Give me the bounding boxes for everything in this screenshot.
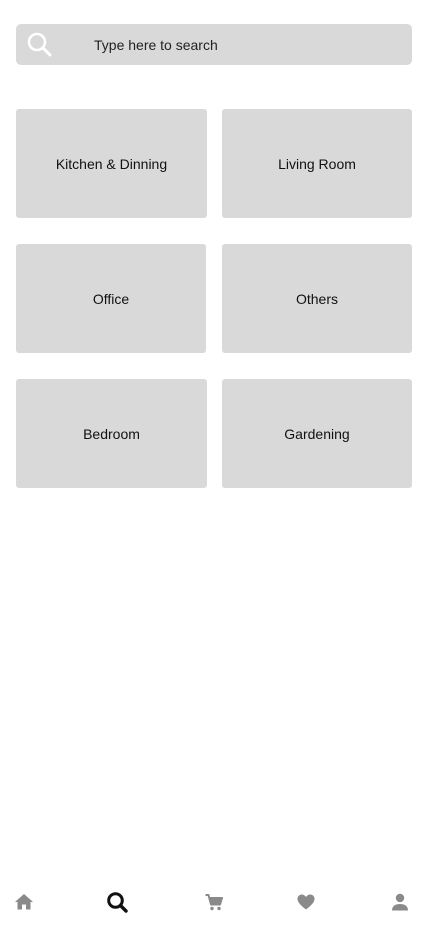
home-icon xyxy=(14,892,34,917)
nav-favorites[interactable] xyxy=(294,892,318,916)
category-tile-others[interactable]: Others xyxy=(222,244,412,353)
category-tile-bedroom[interactable]: Bedroom xyxy=(16,379,207,488)
category-tile-office[interactable]: Office xyxy=(16,244,206,353)
search-icon xyxy=(27,32,52,57)
cart-icon xyxy=(204,892,224,917)
bottom-navigation xyxy=(0,880,428,926)
heart-icon xyxy=(296,892,316,917)
category-label: Gardening xyxy=(284,425,350,442)
nav-home[interactable] xyxy=(12,892,36,916)
search-bar[interactable] xyxy=(16,24,412,65)
category-label: Living Room xyxy=(278,155,356,172)
category-label: Office xyxy=(92,290,130,307)
nav-search[interactable] xyxy=(105,891,129,918)
category-tile-kitchen-dinning[interactable]: Kitchen & Dinning xyxy=(16,109,207,218)
category-label: Others xyxy=(295,290,338,307)
search-input[interactable] xyxy=(94,24,394,65)
category-label: Bedroom xyxy=(83,425,140,442)
person-icon xyxy=(390,892,410,917)
category-tile-gardening[interactable]: Gardening xyxy=(222,379,412,488)
search-screen: Kitchen & Dinning Living Room Office Oth… xyxy=(0,0,428,926)
search-icon xyxy=(106,891,128,918)
category-tile-living-room[interactable]: Living Room xyxy=(222,109,412,218)
nav-cart[interactable] xyxy=(202,892,226,916)
nav-profile[interactable] xyxy=(388,892,412,916)
category-label: Kitchen & Dinning xyxy=(55,155,168,172)
